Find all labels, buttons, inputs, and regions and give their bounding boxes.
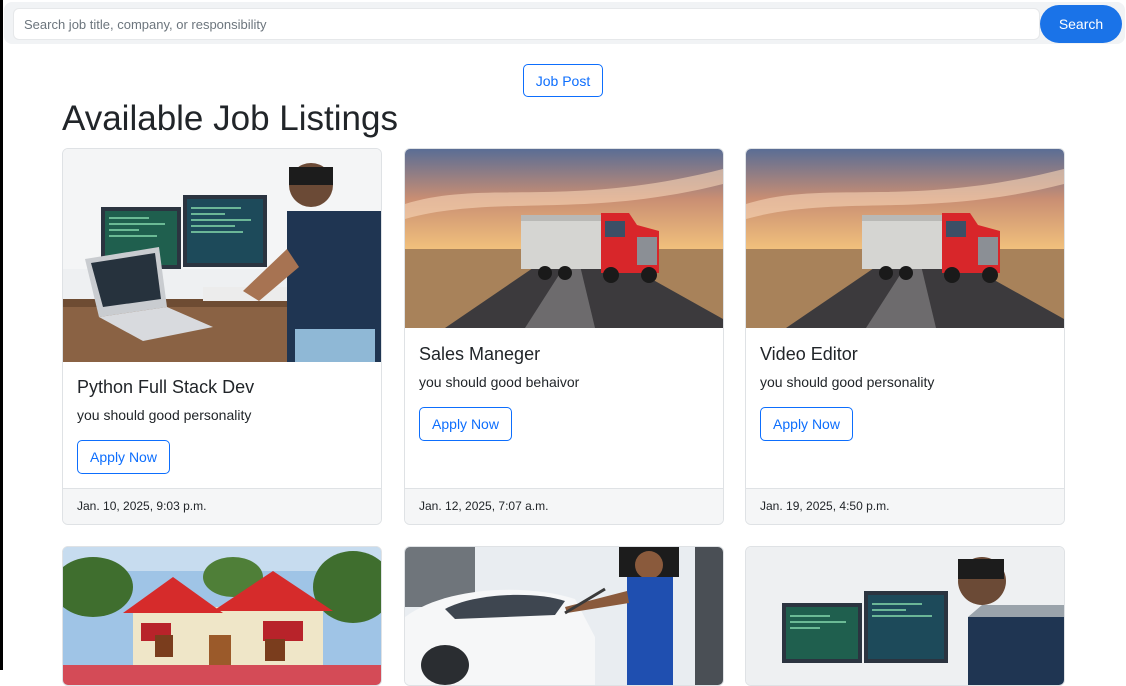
job-card — [62, 546, 382, 686]
search-button[interactable]: Search — [1040, 5, 1122, 43]
job-card — [745, 546, 1065, 686]
job-description: you should good behaivor — [419, 374, 580, 390]
page-title: Available Job Listings — [62, 99, 398, 138]
job-title: Sales Maneger — [419, 344, 541, 364]
job-card: Sales Maneger you should good behaivor A… — [404, 148, 724, 525]
apply-now-button[interactable]: Apply Now — [419, 407, 512, 441]
job-image — [405, 149, 723, 328]
job-image — [405, 547, 723, 685]
job-description: you should good personality — [77, 407, 252, 423]
job-post-button[interactable]: Job Post — [523, 64, 603, 97]
search-input[interactable] — [13, 8, 1040, 40]
job-title: Video Editor — [760, 344, 858, 364]
apply-now-button[interactable]: Apply Now — [77, 440, 170, 474]
posted-date: Jan. 12, 2025, 7:07 a.m. — [405, 488, 723, 524]
job-image — [746, 547, 1064, 685]
apply-now-button[interactable]: Apply Now — [760, 407, 853, 441]
job-title: Python Full Stack Dev — [77, 377, 255, 397]
posted-date: Jan. 19, 2025, 4:50 p.m. — [746, 488, 1064, 524]
window-edge — [0, 0, 3, 670]
job-image — [746, 149, 1064, 328]
search-bar: Search — [4, 2, 1125, 44]
job-image — [63, 149, 381, 362]
job-card: Python Full Stack Dev you should good pe… — [62, 148, 382, 525]
job-description: you should good personality — [760, 374, 935, 390]
posted-date: Jan. 10, 2025, 9:03 p.m. — [63, 488, 381, 524]
job-image — [63, 547, 381, 685]
job-card — [404, 546, 724, 686]
job-card: Video Editor you should good personality… — [745, 148, 1065, 525]
